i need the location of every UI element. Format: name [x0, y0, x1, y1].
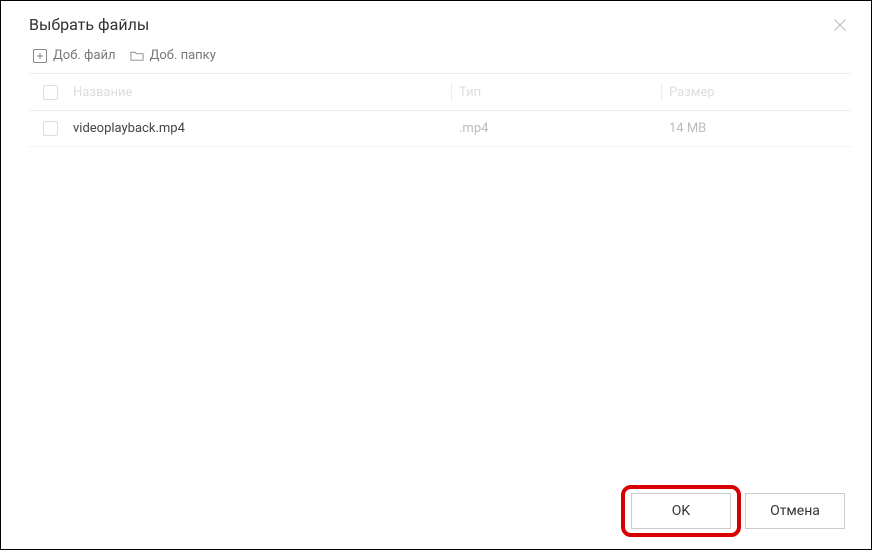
row-size: 14 MB: [661, 121, 851, 136]
ok-label: OK: [672, 503, 690, 519]
table-row[interactable]: videoplayback.mp4.mp414 MB: [29, 111, 851, 147]
toolbar: Доб. файл Доб. папку: [1, 48, 871, 73]
dialog-titlebar: Выбрать файлы: [1, 1, 871, 48]
folder-icon: [130, 49, 144, 63]
ok-button[interactable]: OK: [631, 493, 731, 529]
add-folder-label: Доб. папку: [150, 48, 216, 63]
table-header: Название Тип Размер: [29, 73, 851, 111]
row-name: videoplayback.mp4: [65, 121, 451, 136]
add-file-label: Доб. файл: [53, 48, 116, 63]
dialog-footer: OK Отмена: [1, 473, 871, 549]
add-folder-button[interactable]: Доб. папку: [130, 48, 216, 63]
column-name[interactable]: Название: [65, 85, 451, 100]
file-table: Название Тип Размер videoplayback.mp4.mp…: [1, 73, 871, 473]
column-type[interactable]: Тип: [451, 85, 661, 100]
add-file-button[interactable]: Доб. файл: [33, 48, 116, 63]
add-file-icon: [33, 49, 47, 63]
cancel-label: Отмена: [770, 503, 820, 519]
select-files-dialog: Выбрать файлы Доб. файл Доб. папку Назва…: [0, 0, 872, 550]
row-checkbox[interactable]: [43, 121, 58, 136]
close-icon[interactable]: [831, 16, 849, 34]
cancel-button[interactable]: Отмена: [745, 493, 845, 529]
dialog-title: Выбрать файлы: [29, 15, 149, 34]
column-size[interactable]: Размер: [661, 85, 851, 100]
select-all-checkbox[interactable]: [43, 85, 58, 100]
row-type: .mp4: [451, 121, 661, 136]
